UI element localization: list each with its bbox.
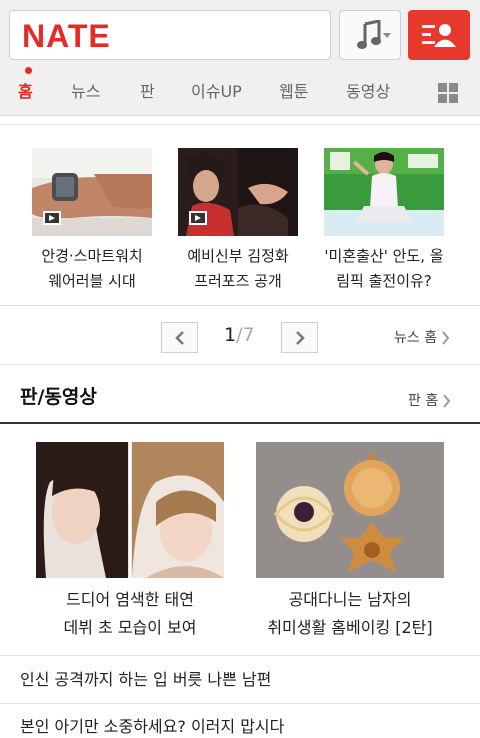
news-card[interactable]: 안경·스마트워치 웨어러블 시대 <box>32 148 152 290</box>
news-card[interactable]: '미혼출산' 안도, 올 림픽 출전이유? <box>324 148 444 290</box>
pan-thumbnail[interactable] <box>256 442 444 578</box>
pan-card[interactable]: 공대다니는 남자의 취미생활 홈베이킹 [2탄] <box>256 442 444 637</box>
next-page-button[interactable] <box>281 322 318 353</box>
tab-pan[interactable]: 판 <box>140 81 155 103</box>
pan-home-link[interactable]: 판 홈 <box>408 392 451 410</box>
chevron-down-icon <box>383 33 391 38</box>
video-icon <box>43 211 61 225</box>
chevron-left-icon <box>175 331 184 345</box>
news-home-link[interactable]: 뉴스 홈 <box>394 329 450 347</box>
divider <box>0 655 480 656</box>
active-indicator <box>25 67 32 74</box>
section-rule <box>0 422 480 424</box>
news-caption[interactable]: '미혼출산' 안도, 올 림픽 출전이유? <box>304 244 464 294</box>
list-item[interactable]: 본인 아기만 소중하세요? 이러지 맙시다 <box>20 716 284 738</box>
video-icon <box>189 211 207 225</box>
header: NATE <box>0 0 480 70</box>
tab-issue-up[interactable]: 이슈UP <box>191 81 242 103</box>
pan-card[interactable]: 드디어 염색한 태연 데뷔 초 모습이 보여 <box>36 442 224 637</box>
tab-home[interactable]: 홈 <box>18 81 33 103</box>
pan-caption[interactable]: 드디어 염색한 태연 데뷔 초 모습이 보여 <box>26 586 234 642</box>
pan-thumbnail[interactable] <box>36 442 224 578</box>
page-indicator: 1/7 <box>224 324 255 346</box>
divider <box>0 703 480 704</box>
pan-caption[interactable]: 공대다니는 남자의 취미생활 홈베이킹 [2탄] <box>246 586 454 642</box>
divider <box>0 364 480 365</box>
chevron-right-icon <box>442 331 450 345</box>
news-thumbnail[interactable] <box>324 148 444 236</box>
grid-icon[interactable] <box>438 83 458 103</box>
chevron-right-icon <box>443 394 451 408</box>
prev-page-button[interactable] <box>161 322 198 353</box>
nate-logo[interactable]: NATE <box>22 20 111 52</box>
tab-webtoon[interactable]: 웹툰 <box>279 81 308 103</box>
list-item[interactable]: 인신 공격까지 하는 입 버릇 나쁜 남편 <box>20 669 271 691</box>
news-thumbnail[interactable] <box>32 148 152 236</box>
section-title: 판/동영상 <box>20 386 97 408</box>
search-input[interactable]: NATE <box>9 10 331 60</box>
user-menu-button[interactable] <box>408 10 470 60</box>
news-card[interactable]: 예비신부 김정화 프러포즈 공개 <box>178 148 298 290</box>
nav-strip <box>0 117 480 125</box>
chevron-right-icon <box>296 331 305 345</box>
divider <box>0 305 480 306</box>
news-caption[interactable]: 예비신부 김정화 프러포즈 공개 <box>158 244 318 294</box>
news-caption[interactable]: 안경·스마트워치 웨어러블 시대 <box>12 244 172 294</box>
user-menu-icon <box>422 24 456 47</box>
main-nav: 홈 뉴스 판 이슈UP 웹툰 동영상 <box>0 67 480 116</box>
tab-video[interactable]: 동영상 <box>346 81 390 103</box>
music-note-icon <box>357 20 381 49</box>
news-thumbnail[interactable] <box>178 148 298 236</box>
music-button[interactable] <box>339 10 401 60</box>
tab-news[interactable]: 뉴스 <box>71 81 100 103</box>
